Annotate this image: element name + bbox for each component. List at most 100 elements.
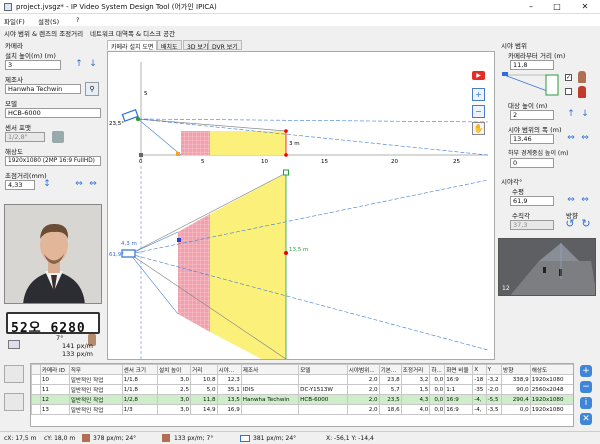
drawing-canvas[interactable]: 0 5 10 15 20 25 5 23,5° 3 m 4,3 m 61,9° … [107, 51, 495, 360]
rotate-right-icon[interactable]: ↻ [580, 218, 592, 229]
tab-install-drawing[interactable]: 카메라 설치 도면 [107, 40, 158, 51]
column-header[interactable]: 하... [429, 364, 446, 375]
table-row[interactable]: 13 일반적인 작업 1/3 3,0 14,9 16,9 2,0 18,6 4,0 0,0 16:9… [31, 404, 573, 415]
column-header[interactable]: X [472, 364, 487, 375]
edit-camera-icon[interactable] [4, 393, 24, 411]
column-header[interactable]: 거리 [190, 364, 218, 375]
column-header[interactable]: 모델 [298, 364, 348, 375]
person-checkbox[interactable]: ✓ [565, 74, 572, 81]
table-cell: 16:9 [444, 374, 474, 385]
fov-width-select[interactable]: 13,46 [510, 134, 554, 144]
focal-length-select[interactable]: 4,33 [5, 180, 35, 190]
install-height-input[interactable]: 3 [5, 60, 61, 70]
info-icon[interactable]: i [580, 397, 592, 409]
table-cell: 14,9 [190, 404, 218, 415]
distance-diagram [502, 72, 559, 96]
table-cell: 1:1 [444, 384, 474, 395]
hangle-decrease-icon[interactable]: ⇔ [566, 196, 576, 205]
maker-label: 제조사 [5, 76, 23, 84]
menu-file[interactable]: 파일(F) [4, 16, 25, 26]
delete-icon[interactable]: ✕ [580, 413, 592, 425]
column-header[interactable]: 화면 비율 [444, 364, 474, 375]
maximize-button[interactable]: □ [546, 0, 568, 14]
column-header[interactable]: 제조사 [240, 364, 300, 375]
menu-bar: 파일(F) 설정(S) ? [0, 14, 600, 26]
lower-boundary-label: 하부 경계중심 높이 (m) [508, 150, 569, 157]
height-down-icon[interactable]: ↓ [88, 60, 98, 69]
column-header[interactable]: 시야범위... [346, 364, 380, 375]
tab-network-disk[interactable]: 네트워크 대역폭 & 디스크 공간 [90, 28, 175, 38]
table-cell: 23,5 [378, 394, 402, 405]
table-row[interactable]: 12 일반적인 작업 1/2,8 3,0 11,8 13,5 Hanwha Techwin H… [31, 394, 573, 405]
column-header[interactable]: 시야... [216, 364, 242, 375]
table-row[interactable]: 10 일반적인 작업 1/1,8 3,0 10,8 12,3 2,0 23,8 3,2 0,0 16… [31, 374, 573, 385]
rotate-left-icon[interactable]: ↺ [564, 218, 576, 229]
width-decrease-icon[interactable]: ⇔ [566, 134, 576, 143]
preview-density-1: 141 px/m [62, 342, 93, 350]
column-header[interactable]: 설치 높이 [156, 364, 192, 375]
zoom-out-icon[interactable]: − [472, 105, 485, 118]
remove-row-icon[interactable]: − [580, 381, 592, 393]
target-down-icon[interactable]: ↓ [580, 110, 590, 119]
tab-field-of-view[interactable]: 시야 범위 & 렌즈의 조정거리 [4, 28, 83, 38]
table-cell: 16:9 [444, 394, 474, 405]
target-up-icon[interactable]: ↑ [566, 110, 576, 119]
column-header[interactable]: 직무 [68, 364, 123, 375]
lower-boundary-select[interactable]: 0 [510, 158, 554, 168]
table-cell: Hanwha Techwin [240, 394, 300, 405]
title-bar: project.jvsgz* - IP Video System Design … [0, 0, 600, 14]
column-header[interactable]: 방향 [501, 364, 531, 375]
hangle-increase-icon[interactable]: ⇔ [580, 196, 590, 205]
svg-text:15: 15 [321, 159, 328, 165]
vehicle-checkbox[interactable] [565, 88, 572, 95]
resolution-select[interactable]: 1920x1080 (2MP 16:9 FullHD) [5, 156, 101, 166]
menu-help[interactable]: ? [76, 16, 79, 24]
camera-distance-select[interactable]: 11,8 [510, 60, 554, 70]
3d-preview[interactable]: 12 [498, 238, 596, 296]
table-cell: -4, [472, 394, 487, 405]
column-header[interactable]: 카메라 ID [39, 364, 70, 375]
side-x-axis: 0 5 10 15 20 25 [139, 159, 460, 165]
table-cell: 23,8 [378, 374, 402, 385]
table-cell [31, 384, 41, 395]
camera-search-icon[interactable]: ⚲ [85, 82, 99, 96]
table-cell: 1920x1080 [529, 374, 573, 385]
youtube-icon[interactable]: ▶ [472, 71, 485, 80]
maker-select[interactable]: Hanwha Techwin [5, 84, 81, 94]
design-drawing: 0 5 10 15 20 25 5 23,5° 3 m 4,3 m 61,9° … [109, 62, 489, 359]
add-camera-icon[interactable] [4, 365, 24, 383]
status-density-3: 381 px/m; 24° [253, 435, 297, 442]
column-header[interactable]: 기본... [378, 364, 402, 375]
zoom-in-icon[interactable]: + [472, 88, 485, 101]
column-header[interactable]: 조정거리 [400, 364, 431, 375]
minimize-button[interactable]: – [520, 0, 542, 14]
focal-decrease-icon[interactable]: ⇔ [74, 180, 84, 189]
tab-layout[interactable]: 배치도 [157, 40, 182, 51]
pan-hand-icon[interactable]: ✋ [472, 122, 485, 135]
sensor-format-select[interactable]: 1/2,8" [5, 132, 45, 142]
column-header[interactable]: 해상도 [529, 364, 573, 375]
add-row-icon[interactable]: + [580, 365, 592, 377]
close-button[interactable]: ✕ [574, 0, 596, 14]
top-yellow-zone [210, 173, 286, 359]
table-cell: 2,0 [346, 374, 380, 385]
table-cell: 0,0 [429, 384, 446, 395]
menu-settings[interactable]: 설정(S) [38, 16, 59, 26]
tab-dvr-view[interactable]: DVR 보기 [208, 40, 242, 51]
target-height-select[interactable]: 2 [510, 110, 554, 120]
width-increase-icon[interactable]: ⇔ [580, 134, 590, 143]
model-select[interactable]: HCB-6000 [5, 108, 101, 118]
column-header[interactable]: 센서 크기 [121, 364, 158, 375]
focal-increase-icon[interactable]: ⇔ [88, 180, 98, 189]
table-cell [31, 394, 41, 405]
sensor-lock-icon[interactable] [52, 131, 64, 143]
column-header[interactable]: Y [485, 364, 503, 375]
side-camera-icon[interactable] [121, 109, 141, 122]
column-header[interactable] [31, 364, 41, 375]
table-cell: 16,9 [216, 404, 242, 415]
height-up-icon[interactable]: ↑ [74, 60, 84, 69]
table-cell: 3,2 [400, 374, 431, 385]
horizontal-angle-select[interactable]: 61,9 [510, 196, 554, 206]
table-row[interactable]: 11 일반적인 작업 1/1,8 2,5 5,0 35,1 IDIS DC-Y1513W 2,0… [31, 384, 573, 395]
focal-adjust-icon[interactable]: ↕ [42, 180, 52, 189]
